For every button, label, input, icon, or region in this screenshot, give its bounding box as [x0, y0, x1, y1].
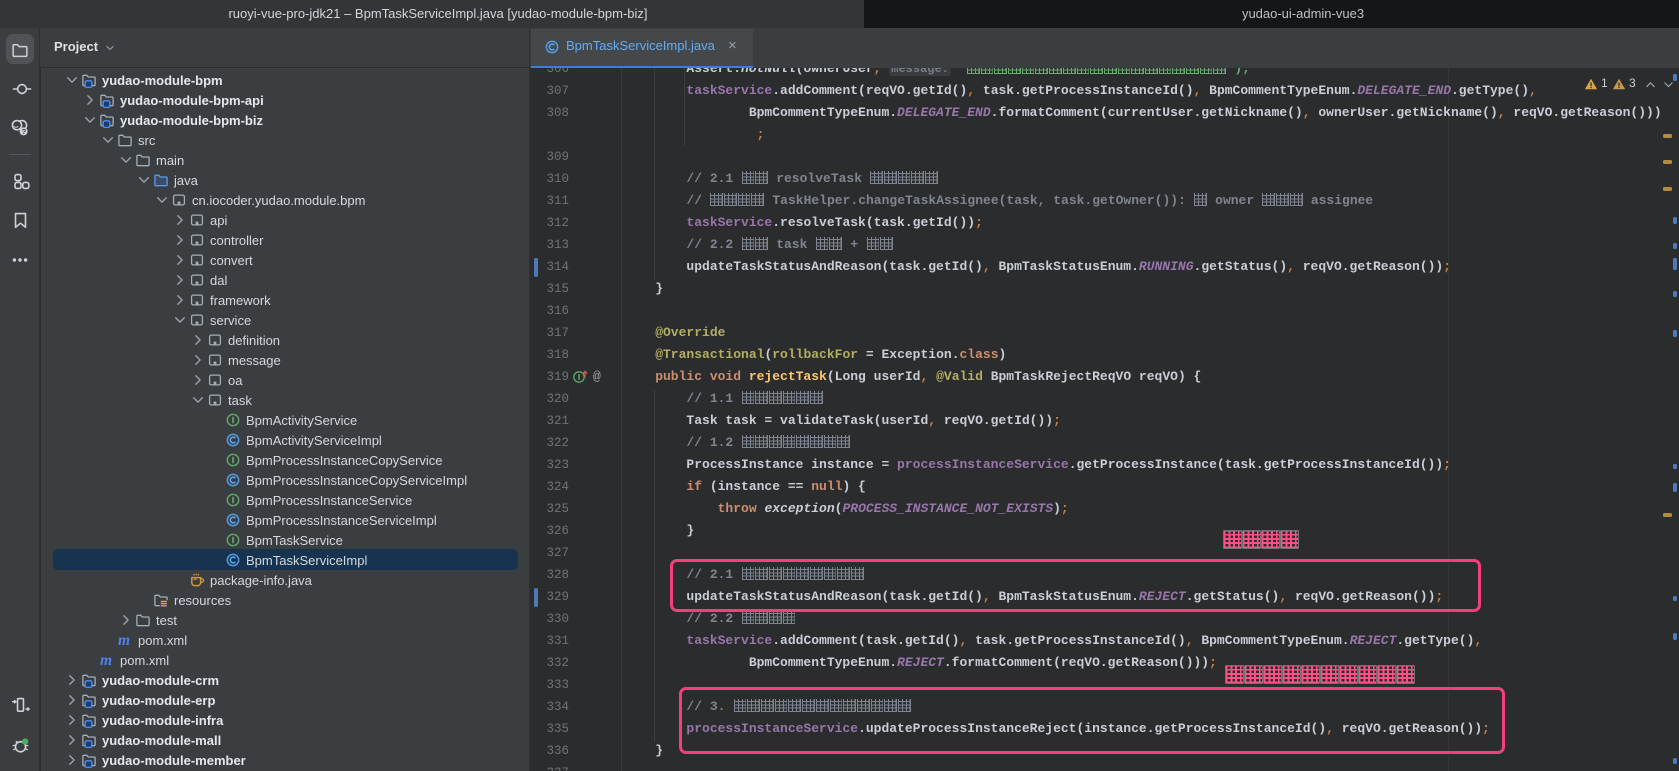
svg-text:m: m [118, 632, 130, 648]
svg-text:m: m [100, 652, 112, 668]
svg-text:?: ? [22, 127, 27, 136]
